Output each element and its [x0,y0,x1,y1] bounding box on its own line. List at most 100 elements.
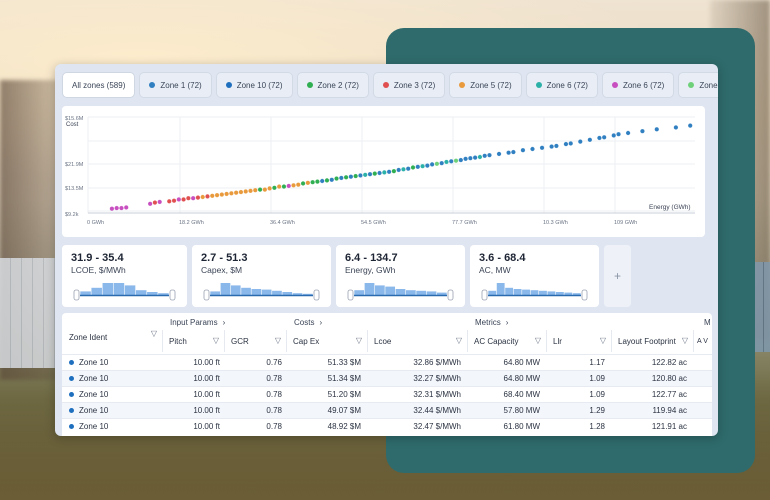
header-label: GCR [231,336,249,346]
data-point [185,195,191,201]
histogram-bar [292,293,303,295]
slider-handle-min[interactable] [481,289,488,301]
cell-lcoe: 32.27 $/MWh [413,374,461,383]
header-label: Llr [553,336,562,346]
filter-icon[interactable]: ▽ [356,336,362,345]
chevron-right-icon: › [505,317,509,327]
cell-ac: 64.80 MW [503,374,540,383]
histogram-bar [572,293,581,295]
tab-zone-6-72[interactable]: Zone 6 (72) [601,72,675,98]
header-llr[interactable]: Llr ▽ [546,330,611,352]
table-row[interactable]: Zone 10 10.00 ft 0.78 51.34 $M 32.27 $/MWh 64… [62,370,712,386]
x-tick-label: 109 GWh [614,220,637,226]
data-point [152,200,158,205]
data-point [477,154,483,160]
add-metric-button[interactable]: + [604,245,631,307]
filter-icon[interactable]: ▽ [213,336,219,345]
filter-icon[interactable]: ▽ [535,336,541,345]
slider-handle-min[interactable] [73,289,80,301]
scatter-chart[interactable]: $15.6M $21.9M $13.5M $9.2k Cost 0 GWh 18.2 GWh… [62,106,705,237]
scatter-chart-svg: $15.6M$21.9M$13.5M$9.2kCost0 GWh 18.2 GWh… [65,116,695,226]
tab-label: Zone 6 (72) [546,80,588,90]
cell-ac: 64.80 MW [503,358,540,367]
data-point [310,179,316,185]
header-layout-footprint[interactable]: Layout Footprint ▽ [611,330,693,352]
y-tick-label: $21.9M [65,162,84,168]
cell-gcr: 0.78 [266,390,282,399]
group-overflow[interactable]: M [704,315,711,329]
cell-zone: Zone 10 [69,422,108,431]
header-ac-capacity[interactable]: AC Capacity ▽ [467,330,546,352]
group-metrics[interactable]: Metrics › [475,315,508,329]
table-row[interactable]: Zone 10 10.00 ft 0.78 48.92 $M 32.47 $/MWh 61… [62,418,712,434]
data-point [401,166,406,172]
histogram-slider[interactable] [202,281,321,301]
tab-zone-5-72[interactable]: Zone 5 (72) [449,72,522,98]
slider-handle-max[interactable] [169,289,176,301]
cell-pitch: 10.00 ft [193,374,220,383]
tab-zone-7-72[interactable]: Zone 7 (72) [678,72,718,98]
tab-zone-10-72[interactable]: Zone 10 (72) [215,72,293,98]
tab-zone-1-72[interactable]: Zone 1 (72) [139,72,212,98]
filter-icon[interactable]: ▽ [275,336,281,345]
group-costs[interactable]: Costs › [294,315,322,329]
metric-card-ac[interactable]: 3.6 - 68.4 AC, MW [470,245,599,307]
tab-zone-6-72[interactable]: Zone 6 (72) [525,72,598,98]
histogram-bar [405,290,416,295]
slider-handle-max[interactable] [313,289,320,301]
app-card: All zones (589) Zone 1 (72) Zone 10 (72) Zo… [55,64,718,436]
histogram-slider[interactable] [72,281,177,301]
data-point [530,146,535,152]
tab-all-zones-589[interactable]: All zones (589) [62,72,136,98]
histogram-bar [416,290,427,295]
filter-icon[interactable]: ▽ [456,336,462,345]
data-point [549,144,555,149]
data-point [224,191,230,197]
group-input-params[interactable]: Input Params › [170,315,225,329]
metric-card-lcoe[interactable]: 31.9 - 35.4 LCOE, $/MWh [62,245,187,307]
histogram-bar [385,286,396,295]
filter-icon[interactable]: ▽ [682,336,688,345]
header-gcr[interactable]: GCR ▽ [224,330,286,352]
data-point [410,165,416,170]
zone-color-dot-icon [69,424,74,430]
histogram-bar [113,283,125,295]
slider-handle-min[interactable] [203,289,210,301]
table-row[interactable]: Zone 10 10.00 ft 0.76 51.33 $M 32.86 $/MWh 64… [62,354,712,370]
cell-zone: Zone 10 [69,374,108,383]
tab-zone-3-72[interactable]: Zone 3 (72) [372,72,446,98]
data-point [248,188,253,194]
metric-label: Energy, GWh [345,265,396,275]
tab-zone-2-72[interactable]: Zone 2 (72) [296,72,369,98]
header-overflow[interactable]: A V [693,330,712,352]
histogram-slider[interactable] [346,281,455,301]
filter-icon[interactable]: ▽ [600,336,606,345]
data-point [372,171,378,177]
zone-color-dot-icon [69,360,74,366]
histogram-bar [547,291,556,295]
data-point [386,169,392,175]
solar-panels-left [0,258,60,368]
zone-color-dot-icon [69,408,74,414]
histogram-slider[interactable] [480,281,589,301]
header-zone-ident[interactable]: Zone Ident ▽ [62,323,162,351]
header-capex[interactable]: Cap Ex ▽ [286,330,367,352]
header-lcoe[interactable]: Lcoe ▽ [367,330,467,352]
histogram-bar [241,287,251,295]
histogram-bar [91,287,102,295]
table-row[interactable]: Zone 10 10.00 ft 0.78 49.07 $M 32.44 $/MWh 57… [62,402,712,418]
table-row[interactable]: Zone 10 10.00 ft 0.78 51.20 $M 32.31 $/MWh 68… [62,386,712,402]
slider-handle-max[interactable] [581,289,588,301]
metric-card-capex[interactable]: 2.7 - 51.3 Capex, $M [192,245,331,307]
data-point [334,176,339,181]
data-point [553,143,559,149]
slider-handle-min[interactable] [347,289,354,301]
metric-card-energy[interactable]: 6.4 - 134.7 Energy, GWh [336,245,465,307]
slider-handle-max[interactable] [447,289,454,301]
data-point [510,149,516,155]
data-point [611,133,617,138]
header-pitch[interactable]: Pitch ▽ [162,330,224,352]
group-label: M [704,317,711,327]
histogram-bar [147,292,158,295]
filter-icon[interactable]: ▽ [151,329,157,338]
